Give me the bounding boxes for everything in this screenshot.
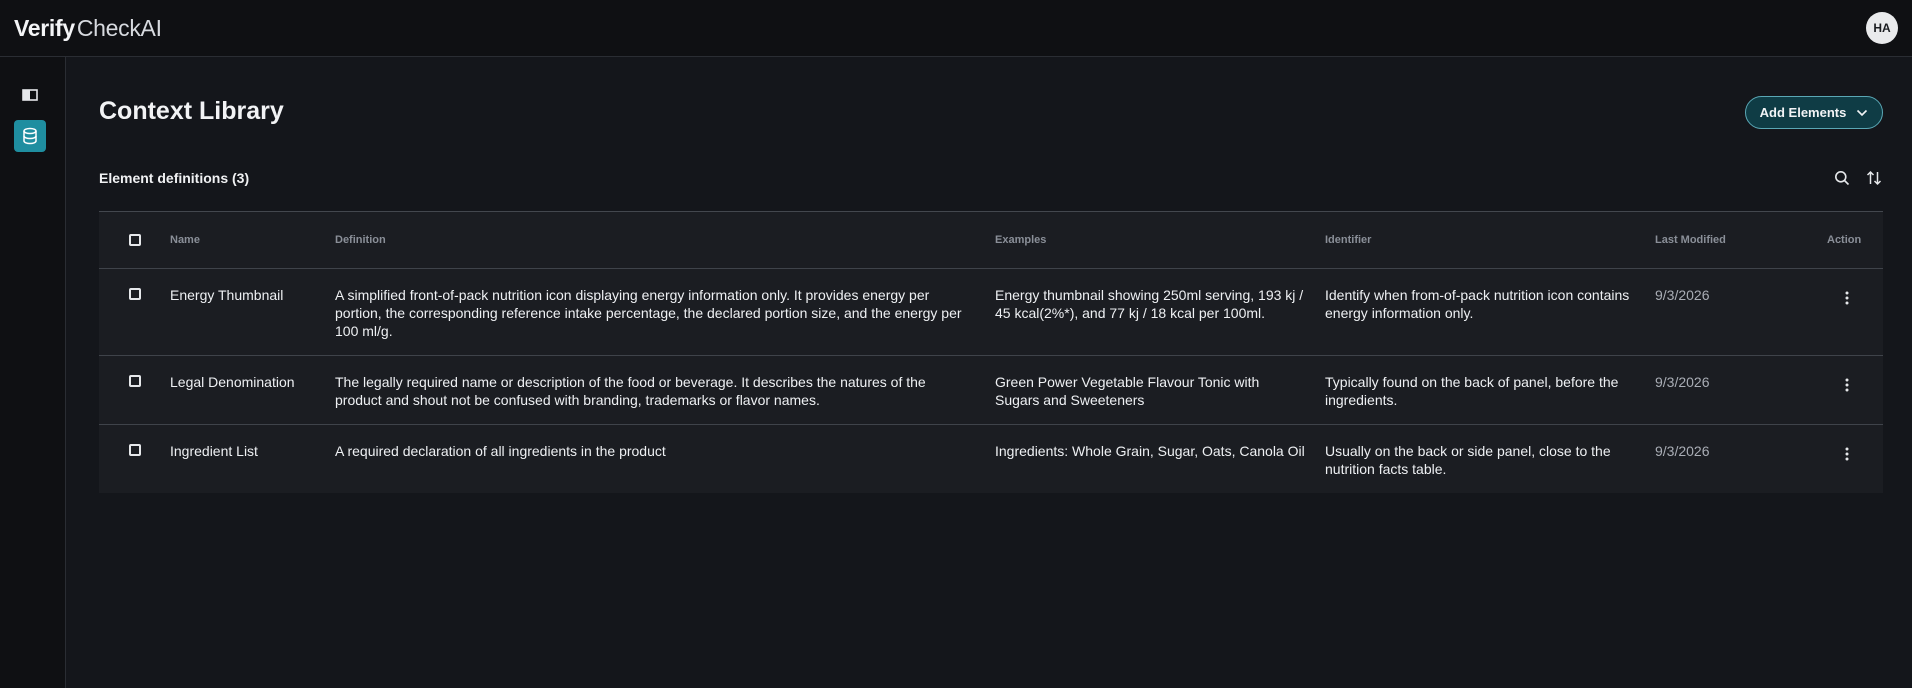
table-row[interactable]: Energy Thumbnail A simplified front-of-p… <box>99 269 1883 356</box>
row-checkbox[interactable] <box>128 288 141 300</box>
row-select-cell <box>99 286 170 355</box>
sidebar-item-docs[interactable] <box>14 79 46 111</box>
kebab-menu-icon <box>1845 447 1849 461</box>
row-identifier: Usually on the back or side panel, close… <box>1325 443 1611 477</box>
user-avatar[interactable]: HA <box>1866 12 1898 44</box>
column-header-last-modified[interactable]: Last Modified <box>1655 231 1827 249</box>
main-content: Context Library Add Elements Element def… <box>67 57 1912 688</box>
section-title: Element definitions (3) <box>99 170 250 186</box>
brand-name-light: CheckAI <box>76 14 162 41</box>
row-checkbox[interactable] <box>128 444 141 456</box>
brand-logo[interactable]: Verify CheckAI <box>14 15 162 42</box>
row-identifier: Typically found on the back of panel, be… <box>1325 374 1619 408</box>
row-identifier: Identify when from-of-pack nutrition ico… <box>1325 287 1630 321</box>
row-action-cell <box>1827 442 1883 493</box>
row-definition: The legally required name or description… <box>335 374 926 408</box>
row-last-modified: 9/3/2026 <box>1655 374 1710 390</box>
sidebar <box>0 57 66 688</box>
row-select-cell <box>99 442 170 493</box>
row-actions-button[interactable] <box>1839 444 1855 464</box>
chevron-down-icon <box>1857 109 1868 116</box>
row-definition: A required declaration of all ingredient… <box>335 443 666 459</box>
row-actions-button[interactable] <box>1839 375 1855 395</box>
sort-icon <box>1866 170 1882 186</box>
row-name: Energy Thumbnail <box>170 287 284 303</box>
database-icon <box>23 127 37 145</box>
row-select-cell <box>99 373 170 424</box>
row-name: Legal Denomination <box>170 374 295 390</box>
kebab-menu-icon <box>1845 291 1849 305</box>
sidebar-item-database[interactable] <box>14 120 46 152</box>
row-last-modified: 9/3/2026 <box>1655 443 1710 459</box>
add-elements-label: Add Elements <box>1759 105 1847 120</box>
column-header-examples[interactable]: Examples <box>995 231 1325 249</box>
search-button[interactable] <box>1833 169 1851 187</box>
book-icon <box>22 89 38 101</box>
row-actions-button[interactable] <box>1839 288 1855 308</box>
row-action-cell <box>1827 373 1883 424</box>
row-name: Ingredient List <box>170 443 258 459</box>
column-header-definition[interactable]: Definition <box>335 231 995 249</box>
table-row[interactable]: Ingredient List A required declaration o… <box>99 425 1883 493</box>
select-all-cell <box>99 234 170 246</box>
kebab-menu-icon <box>1845 378 1849 392</box>
row-action-cell <box>1827 286 1883 355</box>
element-definitions-table: Name Definition Examples Identifier Last… <box>99 211 1883 493</box>
page-title: Context Library <box>99 97 284 125</box>
column-header-name[interactable]: Name <box>170 231 335 249</box>
column-header-action: Action <box>1827 234 1862 246</box>
add-elements-button[interactable]: Add Elements <box>1745 96 1883 129</box>
row-last-modified: 9/3/2026 <box>1655 287 1710 303</box>
top-bar: Verify CheckAI HA <box>0 0 1912 57</box>
table-tools <box>1833 169 1883 187</box>
row-checkbox[interactable] <box>128 375 141 387</box>
row-examples: Ingredients: Whole Grain, Sugar, Oats, C… <box>995 443 1305 459</box>
brand-name-bold: Verify <box>14 14 75 41</box>
table-header: Name Definition Examples Identifier Last… <box>99 212 1883 269</box>
search-icon <box>1835 171 1850 186</box>
row-definition: A simplified front-of-pack nutrition ico… <box>335 287 962 339</box>
table-row[interactable]: Legal Denomination The legally required … <box>99 356 1883 425</box>
sort-button[interactable] <box>1865 169 1883 187</box>
row-examples: Green Power Vegetable Flavour Tonic with… <box>995 374 1260 408</box>
column-header-identifier[interactable]: Identifier <box>1325 231 1655 249</box>
select-all-checkbox[interactable] <box>128 234 141 246</box>
row-examples: Energy thumbnail showing 250ml serving, … <box>995 287 1304 321</box>
